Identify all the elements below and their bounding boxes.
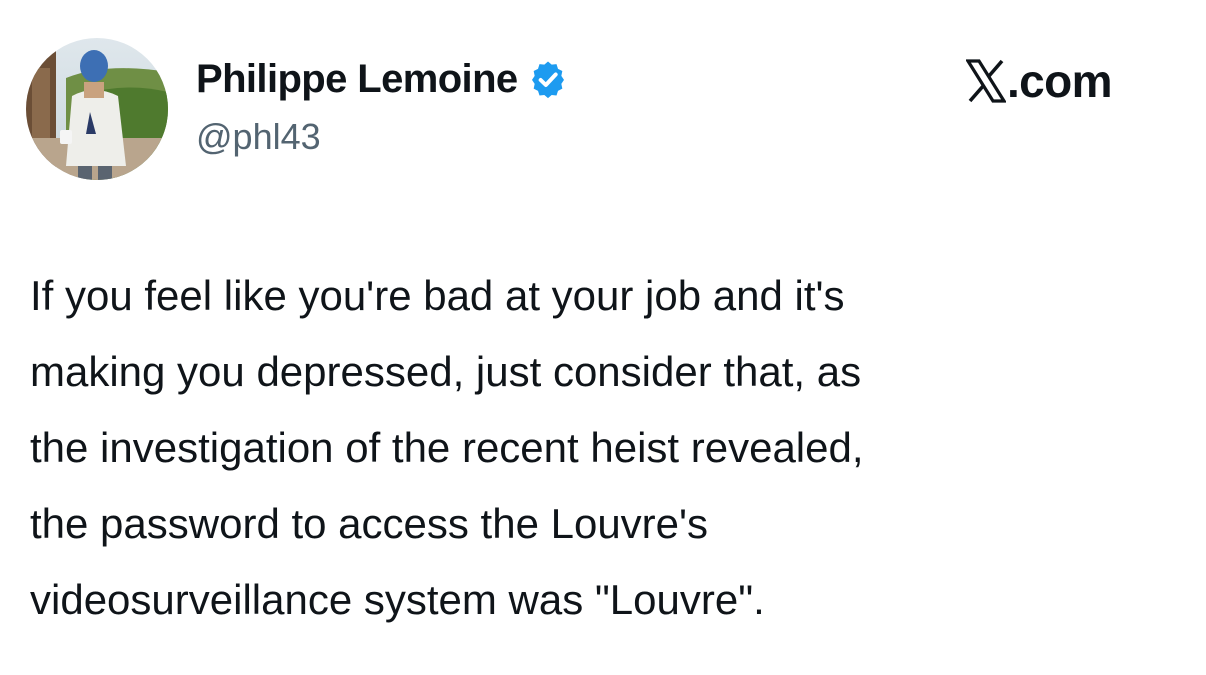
x-logo-icon xyxy=(966,59,1006,103)
tweet-line: making you depressed, just consider that… xyxy=(30,348,862,395)
avatar-photo xyxy=(26,38,168,180)
brand-mark: .com xyxy=(966,54,1113,108)
name-row: Philippe Lemoine xyxy=(196,54,568,104)
tweet-line: the investigation of the recent heist re… xyxy=(30,424,864,471)
brand-suffix: .com xyxy=(1007,55,1113,107)
tweet-line: videosurveillance system was "Louvre". xyxy=(30,576,765,623)
avatar[interactable] xyxy=(26,38,168,180)
tweet-text: If you feel like you're bad at your job … xyxy=(30,258,1170,638)
display-name[interactable]: Philippe Lemoine xyxy=(196,57,518,102)
user-handle[interactable]: @phl43 xyxy=(196,116,321,158)
tweet-line: the password to access the Louvre's xyxy=(30,500,709,547)
tweet-line: If you feel like you're bad at your job … xyxy=(30,272,845,319)
tweet-card: Philippe Lemoine @phl43 .com If you feel… xyxy=(0,0,1206,675)
verified-badge-icon xyxy=(528,59,568,99)
